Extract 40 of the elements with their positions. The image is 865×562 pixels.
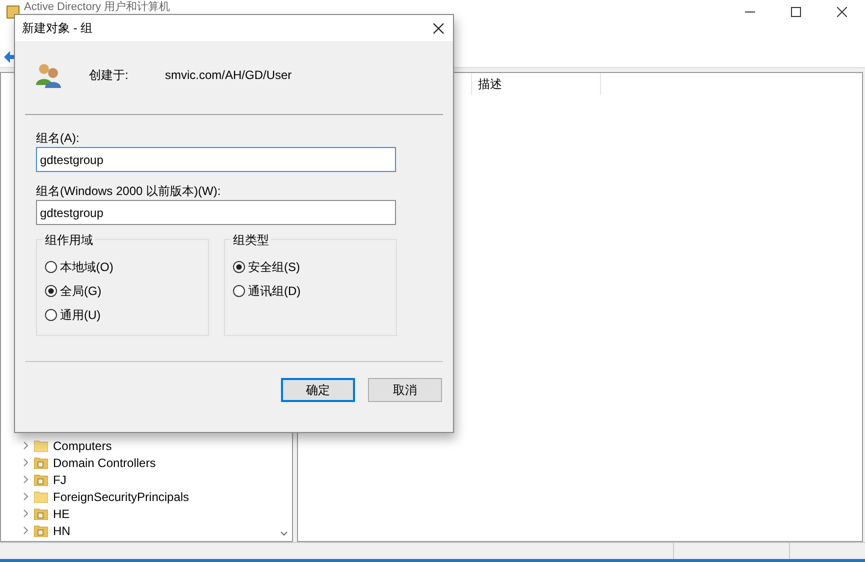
dialog-button[interactable]: 确定 bbox=[281, 378, 355, 402]
radio-label[interactable]: 本地域(O) bbox=[60, 258, 114, 276]
radio-label[interactable]: 通讯组(D) bbox=[248, 282, 301, 300]
tree-item[interactable]: FJ bbox=[53, 470, 66, 488]
radio-label[interactable]: 通用(U) bbox=[60, 306, 101, 324]
created-in-path: smvic.com/AH/GD/User bbox=[165, 67, 292, 84]
radio-button[interactable] bbox=[233, 285, 245, 297]
folder-icon bbox=[34, 456, 48, 468]
column-header[interactable]: 描述 bbox=[471, 73, 601, 95]
radio-button[interactable] bbox=[233, 261, 245, 273]
text-field[interactable]: gdtestgroup bbox=[36, 200, 396, 225]
group-title: 组类型 bbox=[231, 232, 271, 248]
folder-icon bbox=[34, 490, 48, 502]
radio-label[interactable]: 全局(G) bbox=[60, 282, 102, 300]
radio-button[interactable] bbox=[45, 309, 57, 321]
radio-button[interactable] bbox=[45, 261, 57, 273]
close-icon bbox=[837, 7, 847, 17]
field-label: 组名(Windows 2000 以前版本)(W): bbox=[36, 183, 222, 200]
maximize-icon bbox=[791, 7, 801, 17]
tree-item[interactable]: Computers bbox=[53, 436, 112, 454]
tree-item[interactable]: HE bbox=[53, 504, 70, 522]
folder-icon bbox=[34, 524, 48, 536]
scroll-down-icon[interactable] bbox=[280, 531, 288, 537]
field-label: 组名(A): bbox=[36, 130, 80, 147]
created-in-label: 创建于: bbox=[89, 67, 130, 84]
folder-icon bbox=[34, 440, 48, 452]
radio-button[interactable] bbox=[45, 285, 57, 297]
tree-item[interactable]: ForeignSecurityPrincipals bbox=[53, 488, 190, 506]
users-icon bbox=[35, 61, 63, 89]
folder-icon bbox=[34, 474, 48, 486]
folder-icon bbox=[34, 508, 48, 520]
tree-item[interactable]: Domain Controllers bbox=[53, 454, 156, 472]
tree-item[interactable]: HN bbox=[53, 522, 70, 540]
radio-label[interactable]: 安全组(S) bbox=[248, 258, 300, 276]
close-icon bbox=[432, 22, 444, 34]
dialog-button[interactable]: 取消 bbox=[368, 378, 442, 402]
group-title: 组作用域 bbox=[43, 232, 95, 248]
dialog-title: 新建对象 - 组 bbox=[22, 20, 93, 37]
text-field[interactable]: gdtestgroup bbox=[36, 147, 396, 172]
window-title: Active Directory 用户和计算机 bbox=[24, 1, 170, 13]
